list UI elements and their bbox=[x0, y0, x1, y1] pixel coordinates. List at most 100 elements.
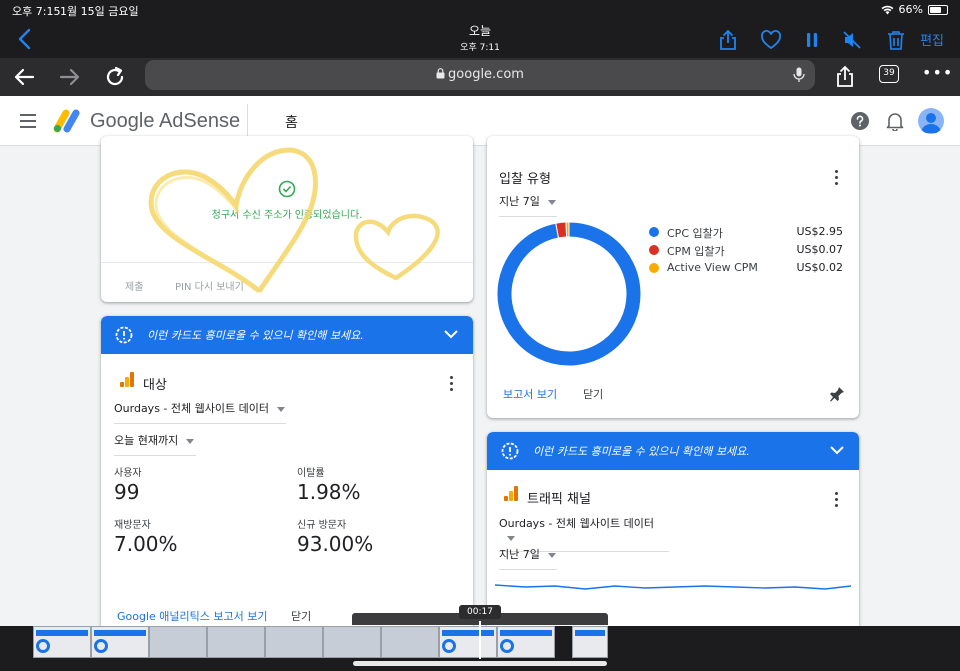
scrubber-thumbnail bbox=[33, 626, 91, 658]
metric-label: 사용자 bbox=[114, 468, 142, 479]
playhead[interactable] bbox=[479, 621, 481, 659]
home-indicator bbox=[353, 661, 607, 666]
legend-value: US$2.95 bbox=[796, 225, 843, 238]
heart-doodle-drawing bbox=[148, 147, 440, 293]
suggestion-text: 이런 카드도 흥미로울 수 있으니 확인해 보세요. bbox=[147, 329, 364, 342]
viewer-title: 오늘 bbox=[468, 24, 492, 38]
legend-item: Active View CPM US$0.02 bbox=[647, 260, 847, 278]
bid-type-card: 입찰 유형 지난 7일 CPC 입찰가 US$2.95 CPM 입찰가 US$0.07… bbox=[487, 136, 859, 418]
microphone-icon[interactable] bbox=[793, 67, 805, 83]
adsense-page: Google AdSense 홈 청구서 수신 주소가 인증되었습니다. 제출 … bbox=[0, 96, 960, 626]
scrubber-thumbnail bbox=[207, 626, 265, 658]
scrubber-thumbnail bbox=[265, 626, 323, 658]
analytics-icon bbox=[120, 372, 134, 387]
url-bar[interactable]: google.com bbox=[145, 60, 815, 90]
scrubber-thumbnail bbox=[572, 626, 608, 658]
status-bar: 오후 7:15 1월 15일 금요일 66% bbox=[0, 0, 960, 20]
viewer-toolbar: 오늘 오후 7:11 편집 bbox=[0, 20, 960, 58]
kebab-menu-icon[interactable] bbox=[835, 492, 839, 508]
suggestion-banner[interactable]: 이런 카드도 흥미로울 수 있으니 확인해 보세요. bbox=[487, 432, 859, 470]
more-options-icon[interactable]: ••• bbox=[922, 63, 953, 82]
range-dropdown[interactable]: 오늘 현재까지 bbox=[114, 432, 196, 456]
bid-type-title: 입찰 유형 bbox=[499, 172, 551, 187]
browser-share-icon[interactable] bbox=[832, 64, 858, 90]
kebab-menu-icon[interactable] bbox=[835, 170, 839, 186]
browser-forward-icon[interactable] bbox=[56, 64, 82, 90]
back-chevron-icon[interactable] bbox=[14, 26, 36, 52]
help-icon[interactable] bbox=[851, 112, 869, 130]
legend-dot bbox=[649, 263, 659, 273]
mute-icon[interactable] bbox=[840, 28, 864, 52]
battery-icon bbox=[928, 4, 948, 15]
status-date: 1월 15일 금요일 bbox=[60, 5, 139, 18]
audience-card: 이런 카드도 흥미로울 수 있으니 확인해 보세요. 대상 Ourdays - … bbox=[101, 316, 473, 626]
legend-item: CPC 입찰가 US$2.95 bbox=[647, 224, 847, 242]
status-time: 오후 7:15 bbox=[12, 5, 61, 18]
viewer-subtitle: 오후 7:11 bbox=[460, 43, 500, 53]
bid-type-donut-chart bbox=[496, 221, 642, 367]
legend-value: US$0.02 bbox=[796, 261, 843, 274]
pause-icon[interactable] bbox=[800, 28, 824, 52]
suggestion-text: 이런 카드도 흥미로울 수 있으니 확인해 보세요. bbox=[533, 445, 750, 458]
legend-label: CPC 입찰가 bbox=[667, 227, 723, 240]
brand-name: Google AdSense bbox=[90, 110, 241, 132]
close-button[interactable]: 닫기 bbox=[583, 386, 603, 402]
status-right: 66% bbox=[881, 3, 948, 16]
tab-count-button[interactable]: 39 bbox=[879, 65, 899, 83]
legend-label: Active View CPM bbox=[667, 261, 758, 274]
notification-bell-icon[interactable] bbox=[886, 111, 904, 131]
bid-range-dropdown-value: 지난 7일 bbox=[499, 195, 540, 208]
traffic-title: 트래픽 채널 bbox=[527, 492, 591, 507]
close-button[interactable]: 닫기 bbox=[291, 608, 311, 624]
suggestion-banner[interactable]: 이런 카드도 흥미로울 수 있으니 확인해 보세요. bbox=[101, 316, 473, 354]
adsense-logo-icon bbox=[53, 109, 80, 133]
legend-dot bbox=[649, 245, 659, 255]
caret-down-icon bbox=[547, 199, 556, 205]
traffic-range-dropdown-value: 지난 7일 bbox=[499, 548, 540, 561]
caret-down-icon bbox=[507, 535, 515, 541]
share-icon[interactable] bbox=[716, 28, 740, 52]
metric-value: 99 bbox=[114, 480, 140, 504]
alert-badge-icon bbox=[501, 442, 519, 460]
scrubber-thumbnail bbox=[497, 626, 555, 658]
metric-label: 이탈률 bbox=[297, 468, 325, 479]
scrubber-thumbnail bbox=[439, 626, 497, 658]
scrubber-thumbnail bbox=[149, 626, 207, 658]
heart-icon[interactable] bbox=[759, 28, 783, 52]
metric-label: 신규 방문자 bbox=[297, 520, 347, 531]
caret-down-icon bbox=[547, 552, 556, 558]
traffic-channel-card: 이런 카드도 흥미로울 수 있으니 확인해 보세요. 트래픽 채널 Ourday… bbox=[487, 432, 859, 626]
wifi-icon bbox=[881, 5, 894, 14]
pin-icon[interactable] bbox=[829, 386, 845, 402]
metric-value: 93.00% bbox=[297, 532, 374, 556]
scrubber-thumbnail bbox=[91, 626, 149, 658]
traffic-line-chart bbox=[495, 580, 851, 590]
browser-back-icon[interactable] bbox=[12, 64, 38, 90]
account-avatar[interactable] bbox=[918, 108, 944, 134]
edit-button[interactable]: 편집 bbox=[920, 30, 944, 49]
chevron-down-icon[interactable] bbox=[443, 328, 459, 340]
browser-toolbar: google.com 39 ••• bbox=[0, 58, 960, 96]
bid-range-dropdown[interactable]: 지난 7일 bbox=[499, 193, 557, 217]
scrubber-thumbnail bbox=[381, 626, 439, 658]
menu-icon[interactable] bbox=[20, 114, 36, 128]
chevron-down-icon[interactable] bbox=[829, 444, 845, 456]
alert-badge-icon bbox=[115, 326, 133, 344]
battery-percent: 66% bbox=[898, 3, 923, 16]
property-dropdown-value: Ourdays - 전체 웹사이트 데이터 bbox=[499, 517, 654, 530]
property-dropdown[interactable]: Ourdays - 전체 웹사이트 데이터 bbox=[114, 400, 286, 424]
caret-down-icon bbox=[186, 438, 195, 444]
property-dropdown-value: Ourdays - 전체 웹사이트 데이터 bbox=[114, 402, 269, 415]
account-avatar-person-icon bbox=[921, 113, 941, 133]
reload-icon[interactable] bbox=[102, 64, 128, 90]
legend-item: CPM 입찰가 US$0.07 bbox=[647, 242, 847, 260]
metric-value: 7.00% bbox=[114, 532, 178, 556]
legend-value: US$0.07 bbox=[796, 243, 843, 256]
range-dropdown-value: 오늘 현재까지 bbox=[114, 434, 179, 447]
kebab-menu-icon[interactable] bbox=[450, 376, 454, 392]
analytics-report-link[interactable]: Google 애널리틱스 보고서 보기 bbox=[117, 608, 267, 624]
traffic-range-dropdown[interactable]: 지난 7일 bbox=[499, 546, 557, 570]
report-link[interactable]: 보고서 보기 bbox=[503, 386, 557, 402]
trash-icon[interactable] bbox=[884, 28, 908, 52]
nav-home-title: 홈 bbox=[285, 115, 298, 131]
